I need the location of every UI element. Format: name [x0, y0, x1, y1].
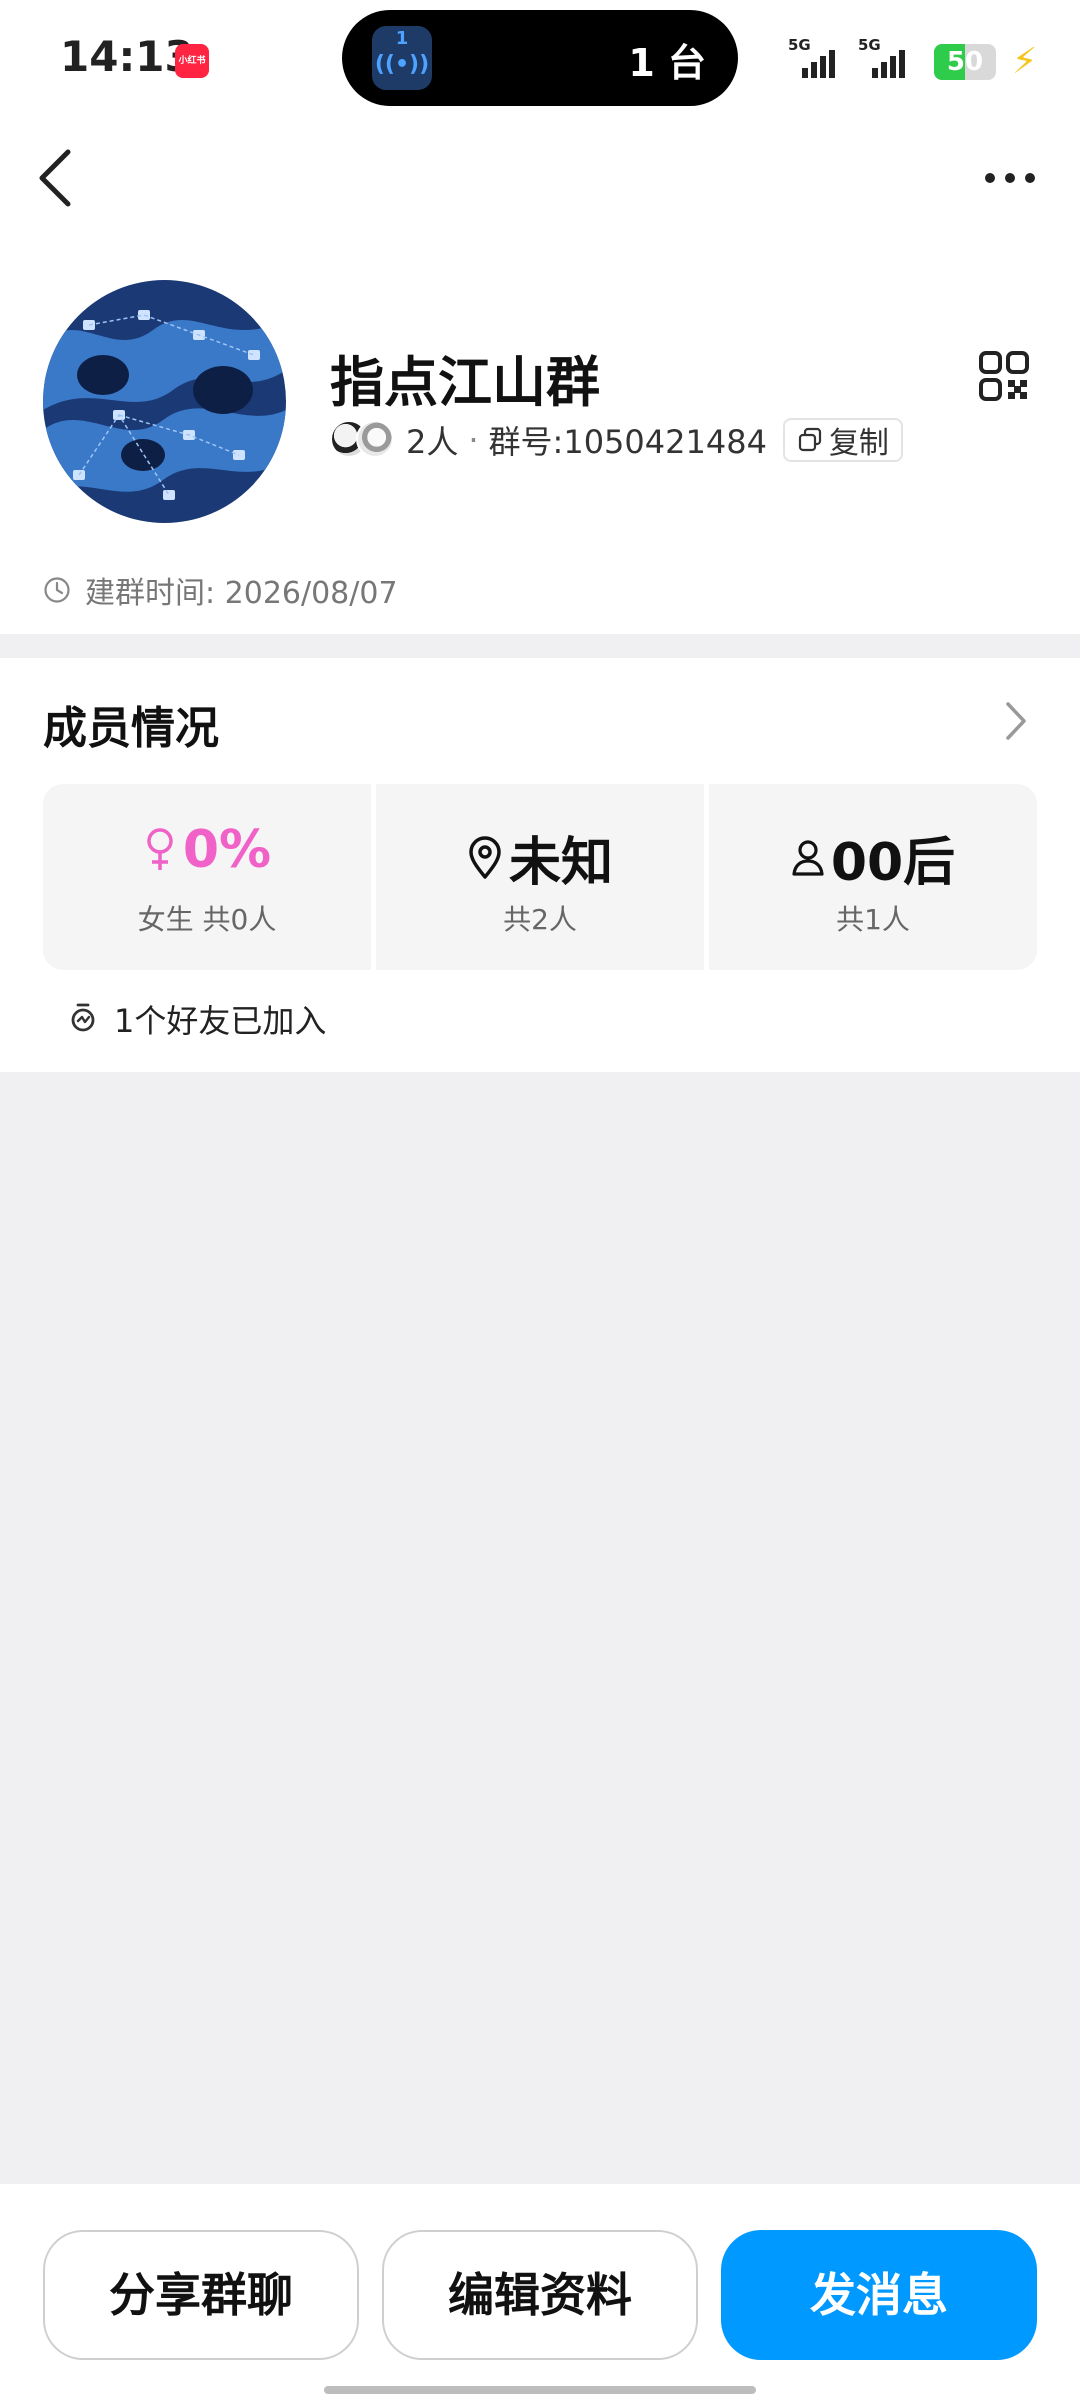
- edit-profile-button[interactable]: 编辑资料: [382, 2230, 698, 2360]
- female-icon: [147, 828, 173, 870]
- stat-location[interactable]: 未知 共2人: [376, 784, 704, 970]
- bottom-action-bar: 分享群聊 编辑资料 发消息: [0, 2184, 1080, 2400]
- chevron-left-icon: [39, 149, 71, 207]
- signal-icon: 5G: [788, 36, 844, 80]
- xiaohongshu-app-icon: 小红书: [175, 44, 209, 78]
- friends-joined-row[interactable]: 1个好友已加入: [68, 996, 326, 1042]
- status-signals: 5G 5G 50 ⚡: [788, 36, 1037, 80]
- qr-code-button[interactable]: [978, 350, 1030, 402]
- stat-value: 0%: [182, 820, 272, 880]
- home-indicator[interactable]: [324, 2386, 756, 2394]
- copy-icon: [798, 427, 822, 452]
- members-section[interactable]: 成员情况 0% 女生 共0人 未知 共2人 00后 共1人 1个好友已加入: [0, 658, 1080, 1072]
- stat-location-main: 未知: [376, 820, 704, 895]
- signal-icon: 5G: [858, 36, 914, 80]
- battery-level: 50: [946, 47, 984, 77]
- member-count: 2人: [406, 423, 459, 461]
- created-date-row: 建群时间: 2026/08/07: [43, 568, 398, 612]
- stat-gender-main: 0%: [43, 820, 371, 880]
- group-avatar[interactable]: [43, 280, 286, 523]
- charging-icon: ⚡: [1012, 41, 1038, 82]
- status-bar: 14:13 小红书 1 ((•)) 1 台 5G 5G 50 ⚡: [0, 0, 1080, 118]
- created-date: 建群时间: 2026/08/07: [85, 576, 398, 611]
- member-avatar: [356, 420, 394, 458]
- member-avatars[interactable]: [330, 420, 396, 460]
- share-group-button[interactable]: 分享群聊: [43, 2230, 359, 2360]
- island-text: 1 台: [628, 41, 706, 85]
- meta-separator: ·: [468, 421, 479, 459]
- status-time: 14:13: [60, 32, 194, 81]
- members-arrow[interactable]: [1000, 696, 1030, 746]
- stat-gender[interactable]: 0% 女生 共0人: [43, 784, 371, 970]
- clock-icon: [44, 577, 70, 603]
- island-number: 1: [395, 28, 409, 49]
- copy-label: 复制: [828, 426, 889, 461]
- copy-button[interactable]: 复制: [782, 418, 903, 462]
- island-waves: ((•)): [374, 52, 430, 77]
- group-meta: 2人 · 群号:1050421484 复制: [330, 416, 903, 464]
- more-icon: [985, 173, 1035, 183]
- stat-sub: 共2人: [503, 903, 577, 936]
- person-icon: [792, 839, 824, 876]
- group-header: 指点江山群 2人 · 群号:1050421484 复制 建群时间: 2026/0…: [0, 238, 1080, 634]
- chevron-right-icon: [1006, 702, 1026, 740]
- more-button[interactable]: [980, 156, 1040, 200]
- stat-value: 00后: [830, 833, 956, 893]
- stat-sub: 共1人: [836, 903, 910, 936]
- back-button[interactable]: [30, 146, 90, 210]
- send-message-button[interactable]: 发消息: [721, 2230, 1037, 2360]
- stat-sub: 女生 共0人: [137, 903, 277, 936]
- group-name: 指点江山群: [330, 351, 600, 414]
- member-stats: 0% 女生 共0人 未知 共2人 00后 共1人: [43, 784, 1037, 970]
- battery-icon: 50: [934, 44, 996, 80]
- dynamic-island[interactable]: 1 ((•)) 1 台: [342, 10, 738, 106]
- friend-watch-icon: [71, 1003, 95, 1032]
- stat-age[interactable]: 00后 共1人: [709, 784, 1037, 970]
- nav-bar: [0, 118, 1080, 238]
- stat-age-main: 00后: [709, 820, 1037, 895]
- friends-joined-text: 1个好友已加入: [114, 1002, 327, 1040]
- group-id: 群号:1050421484: [488, 423, 767, 461]
- qr-code-icon: [979, 351, 1029, 401]
- stat-value: 未知: [508, 833, 613, 893]
- broadcast-icon: 1 ((•)): [372, 26, 432, 90]
- members-title: 成员情况: [43, 703, 219, 754]
- location-icon: [469, 835, 501, 879]
